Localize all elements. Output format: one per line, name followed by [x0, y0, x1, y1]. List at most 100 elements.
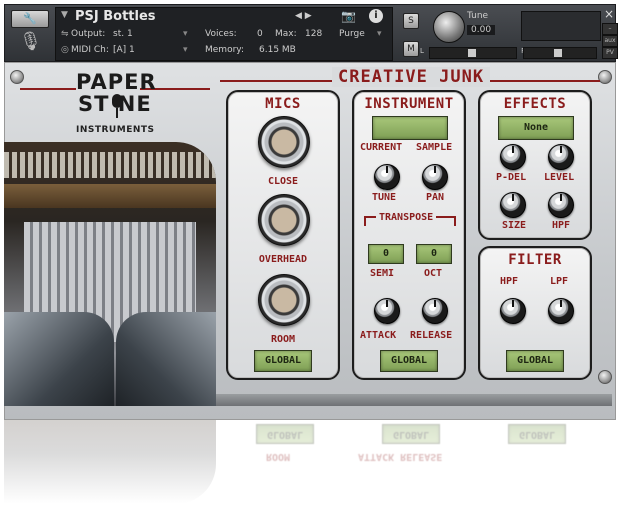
panel-reflection: GLOBAL GLOBAL GLOBAL ROOM ATTACK RELEASE — [210, 424, 590, 504]
pre-delay-knob[interactable] — [500, 144, 526, 170]
prev-next-arrows-icon[interactable]: ◀ ▶ — [295, 11, 312, 21]
midi-icon: ◎ — [61, 45, 69, 55]
microphone-icon: 🎙 — [19, 31, 42, 52]
photo-detail — [4, 152, 216, 178]
photo-detail — [116, 312, 216, 406]
filter-lpf-label: LPF — [550, 276, 569, 287]
purge-dropdown-icon[interactable]: ▾ — [377, 29, 382, 39]
filter-hpf-knob[interactable] — [500, 298, 526, 324]
volume-slider[interactable] — [523, 47, 597, 59]
release-label: RELEASE — [410, 330, 453, 341]
attack-label: ATTACK — [360, 330, 397, 341]
pan-label: PAN — [426, 192, 445, 203]
screw-icon — [598, 70, 612, 84]
filter-global-button[interactable]: GLOBAL — [506, 350, 564, 372]
instrument-global-button[interactable]: GLOBAL — [380, 350, 438, 372]
filter-hpf-label: HPF — [500, 276, 519, 287]
tune-display: Tune 0.00 — [463, 11, 511, 41]
filter-lpf-knob[interactable] — [548, 298, 574, 324]
minimize-icon[interactable]: – — [602, 23, 618, 35]
tune-label: Tune — [467, 11, 489, 21]
close-mic-label: CLOSE — [267, 176, 299, 187]
tune-value[interactable]: 0.00 — [467, 25, 496, 35]
output-dropdown-icon[interactable]: ▾ — [183, 29, 188, 39]
mute-button[interactable]: M — [403, 41, 419, 57]
midi-value[interactable]: [A] 1 — [113, 45, 135, 55]
overhead-mic-knob[interactable] — [258, 194, 310, 246]
close-icon[interactable]: × — [602, 7, 616, 21]
tune-knob[interactable] — [374, 164, 400, 190]
pv-button[interactable]: PV — [602, 47, 618, 59]
output-icon: ⇋ — [61, 29, 69, 39]
output-label: Output: — [71, 29, 106, 39]
screw-icon — [10, 70, 24, 84]
effects-display[interactable]: None — [498, 116, 574, 140]
room-mic-knob[interactable] — [258, 274, 310, 326]
effect-hpf-knob[interactable] — [548, 192, 574, 218]
effect-hpf-label: HPF — [552, 220, 571, 231]
instrument-display[interactable] — [372, 116, 448, 140]
kontakt-header: 🔧 🎙 ▼ PSJ Bottles ◀ ▶ 📷 i ⇋ Output: st. … — [4, 4, 618, 62]
reflection-room-label: ROOM — [266, 451, 291, 462]
midi-dropdown-icon[interactable]: ▾ — [183, 45, 188, 55]
mics-section: MICS CLOSE OVERHEAD ROOM GLOBAL — [226, 90, 340, 380]
instrument-name[interactable]: PSJ Bottles — [75, 9, 156, 24]
oct-label: OCT — [424, 268, 443, 279]
panel-bottom-edge — [216, 394, 612, 406]
filter-section: FILTER HPF LPF GLOBAL — [478, 246, 592, 380]
pre-delay-label: P-DEL — [496, 172, 527, 183]
brand-logo-line1: PAPER — [76, 70, 157, 94]
overhead-mic-label: OVERHEAD — [258, 254, 308, 265]
camera-icon[interactable]: 📷 — [341, 9, 356, 23]
screw-icon — [598, 370, 612, 384]
effects-title: EFFECTS — [503, 96, 567, 112]
max-value[interactable]: 128 — [305, 29, 322, 39]
pan-slider[interactable]: L R — [420, 47, 526, 59]
solo-button[interactable]: S — [403, 13, 419, 29]
voices-label: Voices: — [205, 29, 237, 39]
max-label: Max: — [275, 29, 297, 39]
semi-label: SEMI — [370, 268, 395, 279]
volume-slider-handle[interactable] — [554, 49, 562, 57]
pan-slider-handle[interactable] — [468, 49, 476, 57]
size-label: SIZE — [502, 220, 527, 231]
sample-label: SAMPLE — [416, 142, 453, 153]
product-title: CREATIVE JUNK — [332, 67, 491, 87]
wrench-icon[interactable]: 🔧 — [11, 10, 49, 28]
oct-display[interactable]: 0 — [416, 244, 452, 264]
reflection-global-right: GLOBAL — [508, 424, 566, 444]
midi-label: MIDI Ch: — [71, 45, 109, 55]
microphone-logo-icon — [110, 94, 124, 120]
pan-knob[interactable] — [422, 164, 448, 190]
logo-divider — [20, 88, 76, 90]
mics-title: MICS — [265, 96, 301, 112]
photo-detail — [4, 312, 114, 406]
memory-value: 6.15 MB — [259, 45, 296, 55]
release-knob[interactable] — [422, 298, 448, 324]
tune-label: TUNE — [372, 192, 397, 203]
tune-knob[interactable] — [433, 11, 465, 43]
brand-logo-line3: INSTRUMENTS — [76, 125, 155, 135]
semi-display[interactable]: 0 — [368, 244, 404, 264]
reflection-attack-release-label: ATTACK RELEASE — [358, 451, 443, 462]
voices-value: 0 — [257, 29, 263, 39]
aux-button[interactable]: aux — [602, 35, 618, 47]
room-mic-label: ROOM — [270, 334, 296, 345]
mics-global-button[interactable]: GLOBAL — [254, 350, 312, 372]
output-value[interactable]: st. 1 — [113, 29, 133, 39]
memory-label: Memory: — [205, 45, 244, 55]
filter-title: FILTER — [508, 252, 562, 268]
pan-left-label: L — [420, 47, 424, 55]
info-icon[interactable]: i — [369, 9, 383, 23]
level-label: LEVEL — [544, 172, 575, 183]
close-mic-knob[interactable] — [258, 116, 310, 168]
transpose-label: TRANSPOSE — [376, 212, 437, 223]
level-meter — [521, 11, 601, 41]
reverb-size-knob[interactable] — [500, 192, 526, 218]
effect-level-knob[interactable] — [548, 144, 574, 170]
purge-label[interactable]: Purge — [339, 29, 365, 39]
collapse-arrow-icon[interactable]: ▼ — [61, 10, 68, 20]
attack-knob[interactable] — [374, 298, 400, 324]
reflection-photo — [4, 420, 216, 504]
instrument-photo — [4, 142, 216, 406]
